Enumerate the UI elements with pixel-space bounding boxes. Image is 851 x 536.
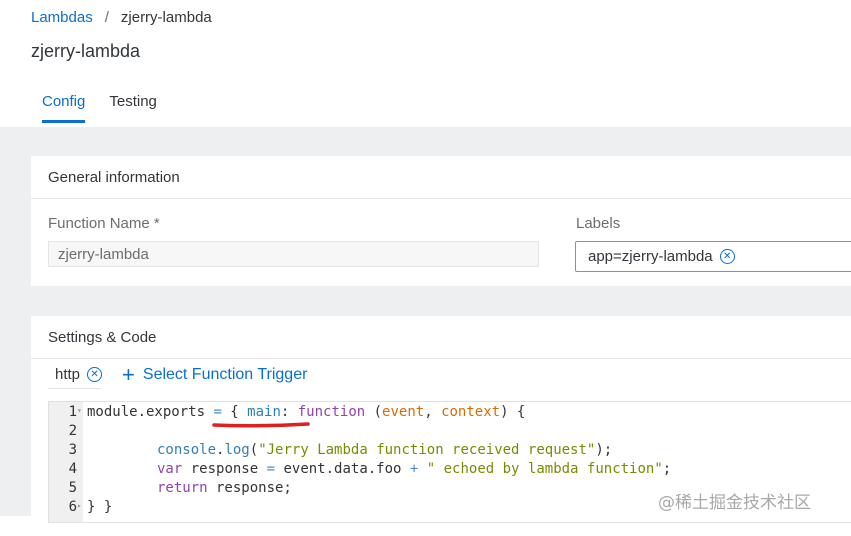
line-number: 5 (68, 480, 77, 496)
general-information-title: General information (31, 156, 851, 199)
code-line-4: var response = event.data.foo + " echoed… (157, 461, 672, 477)
code-line-3: console.log("Jerry Lambda function recei… (157, 442, 613, 458)
function-name-field[interactable]: zjerry-lambda (48, 241, 539, 267)
fold-arrow-icon[interactable]: ▸ (77, 501, 82, 510)
line-number: 4 (68, 461, 77, 477)
code-line-1: module.exports = { main: function (event… (87, 404, 526, 420)
watermark: @稀土掘金技术社区 (658, 493, 811, 513)
labels-label: Labels (576, 215, 621, 232)
general-information-panel: General information Function Name * zjer… (31, 156, 851, 286)
plus-icon: + (122, 362, 135, 387)
function-name-label: Function Name * (48, 215, 160, 232)
tab-config[interactable]: Config (42, 88, 86, 123)
page-header: Lambdas / zjerry-lambda zjerry-lambda Co… (0, 0, 851, 127)
select-function-trigger-button[interactable]: + Select Function Trigger (122, 364, 307, 386)
breadcrumb-separator: / (104, 9, 109, 26)
line-number: 1 (68, 404, 77, 420)
remove-trigger-icon[interactable]: ✕ (87, 367, 103, 382)
red-underline-annotation (212, 422, 310, 428)
breadcrumb-current: zjerry-lambda (120, 9, 212, 26)
trigger-token-label: http (55, 366, 81, 383)
line-number: 6 (68, 499, 77, 515)
code-line-6: } } (87, 499, 113, 515)
trigger-token-http: http ✕ (48, 361, 103, 389)
breadcrumb-lambdas-link[interactable]: Lambdas (31, 9, 93, 26)
tab-testing[interactable]: Testing (109, 88, 157, 123)
line-number: 3 (68, 442, 77, 458)
line-number: 2 (68, 423, 77, 439)
remove-label-icon[interactable]: ✕ (719, 249, 735, 264)
label-token: app=zjerry-lambda (588, 248, 713, 265)
settings-code-title: Settings & Code (31, 316, 851, 359)
code-line-5: return response; (157, 480, 292, 496)
labels-input[interactable]: app=zjerry-lambda ✕ (575, 241, 851, 272)
fold-arrow-icon[interactable]: ▾ (77, 406, 82, 415)
tab-bar: Config Testing (42, 88, 181, 123)
page-title: zjerry-lambda (31, 41, 141, 61)
breadcrumb: Lambdas / zjerry-lambda (31, 9, 212, 26)
editor-gutter: 1 ▾ 2 3 4 5 6 ▸ (49, 402, 83, 522)
select-function-trigger-label: Select Function Trigger (142, 366, 308, 383)
trigger-row: http ✕ + Select Function Trigger (48, 361, 307, 389)
